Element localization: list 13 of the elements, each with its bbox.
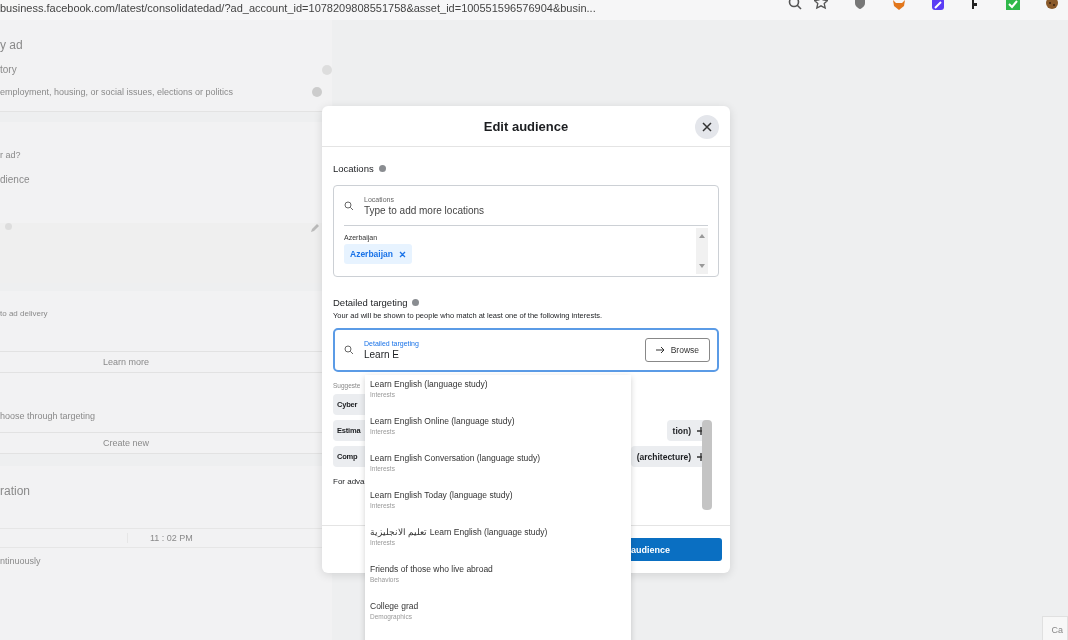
dialog-title: Edit audience xyxy=(483,118,569,134)
audience-heading: dience xyxy=(0,174,31,185)
question-text: r ad? xyxy=(0,150,21,160)
section-heading: tory xyxy=(0,64,17,75)
note-text: For adva xyxy=(333,477,366,486)
section-heading: to ad delivery xyxy=(0,309,48,320)
field-label: Detailed targeting xyxy=(333,297,408,308)
schedule-option: ntinuously xyxy=(0,556,332,566)
category-text: employment, housing, or social issues, elections or politics xyxy=(0,87,234,97)
section-heading: ration xyxy=(0,483,32,498)
field-label: Locations xyxy=(333,163,374,174)
targeting-text: hoose through targeting xyxy=(0,411,97,421)
page-title: y ad xyxy=(0,37,24,52)
